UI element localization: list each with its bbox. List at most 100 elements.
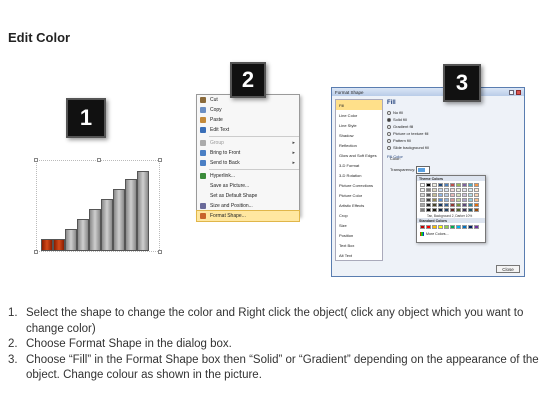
- color-swatch[interactable]: [444, 188, 449, 192]
- color-swatch[interactable]: [468, 193, 473, 197]
- radio-button[interactable]: [387, 138, 391, 143]
- color-swatch[interactable]: [462, 225, 467, 229]
- menu-item-group[interactable]: Group ▸: [197, 138, 299, 148]
- color-swatch[interactable]: [450, 203, 455, 207]
- color-swatch[interactable]: [468, 198, 473, 202]
- color-swatch[interactable]: [438, 188, 443, 192]
- menu-item-edit-text[interactable]: Edit Text: [197, 125, 299, 135]
- color-swatch[interactable]: [444, 208, 449, 212]
- color-swatch[interactable]: [450, 193, 455, 197]
- stair-block[interactable]: [125, 179, 137, 251]
- color-swatch[interactable]: [420, 188, 425, 192]
- menu-item-bring-to-front[interactable]: Bring to Front ▸: [197, 148, 299, 158]
- stair-block[interactable]: [101, 199, 113, 251]
- radio-button[interactable]: [387, 145, 391, 150]
- color-swatch[interactable]: [432, 183, 437, 187]
- fill-option[interactable]: Pattern fill: [387, 137, 522, 144]
- close-button[interactable]: Close: [496, 265, 520, 273]
- color-swatch[interactable]: [426, 203, 431, 207]
- color-swatch[interactable]: [426, 198, 431, 202]
- fill-option[interactable]: Picture or texture fill: [387, 130, 522, 137]
- category-artistic-effects[interactable]: Artistic Effects: [336, 200, 382, 210]
- color-swatch[interactable]: [432, 198, 437, 202]
- fill-option[interactable]: Slide background fill: [387, 144, 522, 151]
- menu-item-size-and-position[interactable]: Size and Position...: [197, 201, 299, 211]
- category-glow-and-soft-edges[interactable]: Glow and Soft Edges: [336, 150, 382, 160]
- color-swatch[interactable]: [474, 198, 479, 202]
- stair-block[interactable]: [65, 229, 77, 251]
- color-swatch[interactable]: [468, 183, 473, 187]
- selection-handle[interactable]: [34, 158, 38, 162]
- menu-item-set-as-default-shape[interactable]: Set as Default Shape: [197, 191, 299, 201]
- color-swatch[interactable]: [450, 188, 455, 192]
- category-shadow[interactable]: Shadow: [336, 130, 382, 140]
- color-swatch[interactable]: [474, 188, 479, 192]
- color-swatch[interactable]: [450, 183, 455, 187]
- category-picture-corrections[interactable]: Picture Corrections: [336, 180, 382, 190]
- color-swatch[interactable]: [444, 225, 449, 229]
- category-text-box[interactable]: Text Box: [336, 240, 382, 250]
- color-swatch[interactable]: [474, 183, 479, 187]
- color-swatch[interactable]: [462, 193, 467, 197]
- color-swatch[interactable]: [450, 208, 455, 212]
- color-swatch[interactable]: [420, 203, 425, 207]
- color-swatch[interactable]: [438, 198, 443, 202]
- color-swatch[interactable]: [426, 193, 431, 197]
- color-swatch[interactable]: [468, 208, 473, 212]
- color-swatch[interactable]: [438, 208, 443, 212]
- color-swatch[interactable]: [474, 203, 479, 207]
- color-swatch[interactable]: [456, 193, 461, 197]
- fill-option[interactable]: Solid fill: [387, 116, 522, 123]
- category-position[interactable]: Position: [336, 230, 382, 240]
- selection-handle[interactable]: [97, 158, 101, 162]
- category-size[interactable]: Size: [336, 220, 382, 230]
- color-swatch[interactable]: [456, 198, 461, 202]
- fill-option[interactable]: No fill: [387, 109, 522, 116]
- radio-button[interactable]: [387, 110, 391, 115]
- help-button[interactable]: [509, 89, 514, 95]
- color-swatch[interactable]: [426, 225, 431, 229]
- selection-handle[interactable]: [158, 158, 162, 162]
- color-swatch[interactable]: [468, 188, 473, 192]
- category-3-d-rotation[interactable]: 3-D Rotation: [336, 170, 382, 180]
- color-swatch[interactable]: [444, 198, 449, 202]
- color-swatch[interactable]: [438, 193, 443, 197]
- color-swatch[interactable]: [450, 198, 455, 202]
- category-reflection[interactable]: Reflection: [336, 140, 382, 150]
- menu-item-copy[interactable]: Copy: [197, 105, 299, 115]
- stair-block[interactable]: [113, 189, 125, 251]
- category-picture-color[interactable]: Picture Color: [336, 190, 382, 200]
- stair-block[interactable]: [41, 239, 53, 251]
- color-swatch[interactable]: [462, 183, 467, 187]
- color-swatch[interactable]: [468, 225, 473, 229]
- color-swatch[interactable]: [456, 203, 461, 207]
- color-swatch[interactable]: [420, 198, 425, 202]
- color-swatch[interactable]: [420, 225, 425, 229]
- color-swatch[interactable]: [432, 203, 437, 207]
- color-swatch[interactable]: [450, 225, 455, 229]
- fill-option[interactable]: Gradient fill: [387, 123, 522, 130]
- selection-handle[interactable]: [34, 250, 38, 254]
- fill-color-dropdown[interactable]: [416, 166, 430, 174]
- category-fill[interactable]: Fill: [336, 100, 382, 110]
- color-swatch[interactable]: [444, 203, 449, 207]
- color-swatch[interactable]: [426, 188, 431, 192]
- color-swatch[interactable]: [462, 188, 467, 192]
- selection-handle[interactable]: [158, 250, 162, 254]
- color-swatch[interactable]: [456, 208, 461, 212]
- radio-button[interactable]: [387, 124, 391, 129]
- more-colors-link[interactable]: More Colors...: [417, 231, 485, 237]
- color-swatch[interactable]: [444, 193, 449, 197]
- color-swatch[interactable]: [468, 203, 473, 207]
- category-3-d-format[interactable]: 3-D Format: [336, 160, 382, 170]
- color-swatch[interactable]: [432, 208, 437, 212]
- color-swatch[interactable]: [432, 193, 437, 197]
- radio-button[interactable]: [387, 117, 391, 122]
- color-swatch[interactable]: [420, 193, 425, 197]
- color-swatch[interactable]: [426, 208, 431, 212]
- stair-block[interactable]: [53, 239, 65, 251]
- menu-item-save-as-picture[interactable]: Save as Picture...: [197, 181, 299, 191]
- category-crop[interactable]: Crop: [336, 210, 382, 220]
- category-line-color[interactable]: Line Color: [336, 110, 382, 120]
- radio-button[interactable]: [387, 131, 391, 136]
